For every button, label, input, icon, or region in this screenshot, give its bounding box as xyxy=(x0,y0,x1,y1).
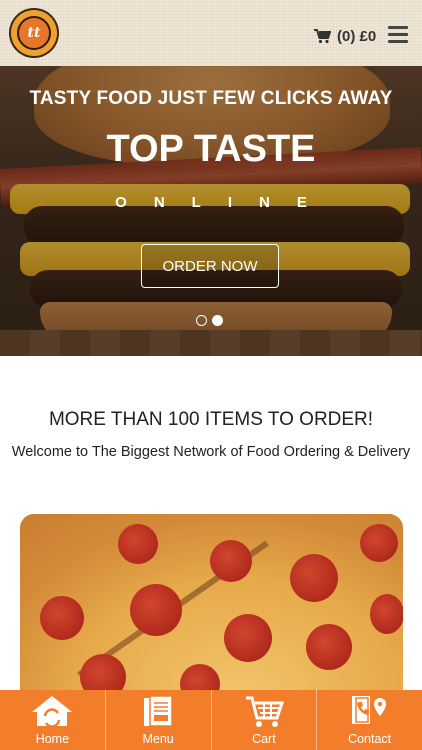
nav-home-label: Home xyxy=(35,732,70,746)
pepperoni xyxy=(370,594,403,634)
pepperoni xyxy=(290,554,338,602)
slider-pagination xyxy=(196,315,228,326)
hero-title: TOP TASTE xyxy=(106,128,316,170)
nav-cart-label: Cart xyxy=(252,732,276,746)
pepperoni xyxy=(118,524,158,564)
nav-cart[interactable]: Cart xyxy=(212,690,318,750)
pepperoni xyxy=(210,540,252,582)
pepperoni xyxy=(360,524,398,562)
app-header: tt (0) £0 xyxy=(0,0,422,66)
pepperoni xyxy=(306,624,352,670)
hero-subtitle: ONLINE xyxy=(115,194,334,211)
menu-book-icon xyxy=(144,695,173,727)
pepperoni xyxy=(130,584,182,636)
nav-menu-label: Menu xyxy=(142,732,174,746)
pizza-image-card[interactable] xyxy=(20,514,403,690)
cart-icon xyxy=(245,696,284,727)
nav-menu[interactable]: Menu xyxy=(106,690,212,750)
order-now-button[interactable]: ORDER NOW xyxy=(141,244,279,288)
intro-heading: MORE THAN 100 ITEMS TO ORDER! xyxy=(48,409,374,430)
home-icon xyxy=(32,696,73,728)
pepperoni xyxy=(224,614,272,662)
brand-logo[interactable]: tt xyxy=(9,8,59,58)
slider-dot[interactable] xyxy=(196,315,207,326)
cart-icon xyxy=(314,28,331,43)
hero-slider[interactable]: TASTY FOOD JUST FEW CLICKS AWAY TOP TAST… xyxy=(0,66,422,356)
nav-contact[interactable]: Contact xyxy=(317,690,422,750)
brand-logo-mark: tt xyxy=(17,16,51,50)
nav-contact-label: Contact xyxy=(348,732,392,746)
cart-summary-text: (0) £0 xyxy=(337,27,377,45)
bottom-nav: Home Menu Cart Contact xyxy=(0,690,422,750)
header-cart-summary[interactable]: (0) £0 xyxy=(314,26,376,46)
contact-icon xyxy=(351,696,386,724)
hero-tagline: TASTY FOOD JUST FEW CLICKS AWAY xyxy=(29,88,393,109)
pepperoni xyxy=(40,596,84,640)
slider-dot-active[interactable] xyxy=(212,315,223,326)
intro-text: Welcome to The Biggest Network of Food O… xyxy=(11,444,411,460)
hamburger-menu-icon[interactable] xyxy=(388,26,408,44)
nav-home[interactable]: Home xyxy=(0,690,106,750)
